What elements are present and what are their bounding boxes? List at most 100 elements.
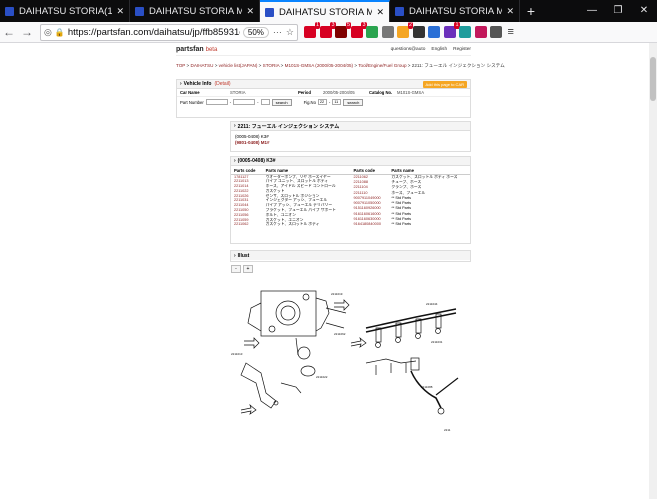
ext-pink-icon[interactable] — [474, 26, 487, 38]
part-number-input-2[interactable] — [233, 99, 256, 105]
group-line-2[interactable]: (9801-0408) M1# — [235, 140, 466, 146]
close-tab-icon[interactable]: ✕ — [506, 6, 514, 17]
browser-tab[interactable]: DAIHATSU STORIA(1998/(✕ — [0, 0, 130, 22]
svg-text:2211088: 2211088 — [421, 385, 433, 389]
tab-title: DAIHATSU STORIA(1998/( — [19, 5, 113, 17]
zoom-indicator[interactable]: 50% — [242, 26, 269, 38]
new-tab-icon[interactable]: + — [520, 0, 542, 22]
site-logo[interactable]: partsfan — [176, 46, 204, 53]
url-bar[interactable]: ◎ 🔒 https://partsfan.com/daihatsu/jp/ffb… — [40, 23, 298, 41]
tab-title: DAIHATSU STORIA M101S — [149, 5, 242, 17]
close-tab-icon[interactable]: ✕ — [376, 7, 384, 18]
scrollbar-thumb[interactable] — [650, 57, 656, 101]
parts-section-header: › (0005-0408) K3# — [231, 157, 470, 166]
part-code-link[interactable]: 2211062 — [231, 222, 263, 227]
part-name: ** Std Parts — [391, 222, 411, 227]
parts-diagram[interactable]: 2211019 2211062 2211013 2211044 2211031 … — [226, 283, 476, 443]
breadcrumb-group[interactable]: Tool/Engine/Fuel Group — [358, 63, 406, 68]
separator: - — [229, 99, 232, 105]
forward-icon[interactable]: → — [18, 25, 36, 39]
close-tab-icon[interactable]: ✕ — [246, 6, 254, 17]
vehicle-info-panel: › Vehicle Info (Detail) Add this page to… — [176, 79, 471, 118]
illust-zoom-controls: - + — [231, 265, 253, 273]
tab-title: DAIHATSU STORIA M101S — [279, 6, 372, 18]
breadcrumb-model[interactable]: STORIA — [263, 63, 280, 68]
page-content: partsfan beta questions@auto English Reg… — [0, 43, 657, 499]
close-tab-icon[interactable]: ✕ — [116, 6, 124, 17]
catalog-value: M101S-GMSA — [397, 90, 424, 95]
ext-orange-icon[interactable]: 2 — [397, 22, 413, 38]
table-row[interactable]: 2211062 ガスケット、スロットル ボディ — [231, 222, 351, 227]
svg-text:2211044: 2211044 — [426, 302, 438, 306]
part-number-input-1[interactable] — [205, 99, 228, 105]
ext-purple-icon[interactable]: 1 — [443, 22, 460, 38]
breadcrumb-frame[interactable]: M101S-GMSA (2000/05-2004/05) — [285, 63, 353, 68]
ext-blue-icon[interactable] — [428, 26, 440, 38]
minimize-icon[interactable]: — — [579, 0, 605, 22]
fig-search-button[interactable]: search — [343, 98, 364, 106]
part-number-label: Part Number — [180, 99, 204, 105]
tab-favicon-icon — [395, 6, 404, 16]
group-section: › 2211: フューエル インジェクション システム (0005-0408) … — [230, 121, 471, 152]
browser-tab[interactable]: DAIHATSU STORIA M101S ✕ — [390, 0, 520, 22]
language-link[interactable]: English — [431, 47, 447, 52]
site-header: partsfan beta questions@auto English Reg… — [176, 44, 471, 56]
expand-arrow-icon[interactable]: › — [234, 158, 236, 164]
part-number-input-3[interactable] — [260, 99, 270, 105]
svg-text:2211031: 2211031 — [431, 340, 443, 344]
bookmark-star-icon[interactable]: ☆ — [286, 27, 294, 38]
ext-gear-icon[interactable] — [490, 26, 502, 38]
ext-teal-icon[interactable] — [459, 26, 471, 38]
fig-no-input-1[interactable]: 22 — [317, 99, 327, 105]
ext-ublock-icon[interactable]: 5 — [335, 22, 351, 38]
page-actions-icon[interactable]: ··· — [273, 27, 282, 37]
illust-title: Illust — [237, 252, 250, 259]
tracking-shield-icon[interactable]: ◎ — [44, 27, 52, 38]
vehicle-info-title: Vehicle Info — [183, 81, 212, 87]
part-code-link[interactable]: 9164180840000 — [351, 222, 389, 227]
register-link[interactable]: Register — [453, 47, 471, 52]
breadcrumb-current: 2211: フューエル インジェクション システム — [411, 63, 505, 68]
add-to-car-button[interactable]: Add this page to CAR — [422, 80, 467, 88]
tab-favicon-icon — [135, 6, 144, 16]
breadcrumb-top[interactable]: TOP — [176, 63, 185, 68]
part-search-row: Part Number - - search Fig.No 22 - 11 se… — [177, 97, 470, 107]
parts-section: › (0005-0408) K3# Parts code Parts name … — [230, 156, 471, 244]
breadcrumb-region[interactable]: vehicle list(JAPAN) — [219, 63, 258, 68]
table-row[interactable]: 9164180840000 ** Std Parts — [351, 222, 471, 227]
svg-text:2211022: 2211022 — [316, 375, 328, 379]
expand-arrow-icon[interactable]: › — [234, 253, 236, 259]
navigation-bar: ← → ◎ 🔒 https://partsfan.com/daihatsu/jp… — [0, 22, 657, 43]
part-search-button[interactable]: search — [271, 98, 292, 106]
zoom-in-button[interactable]: + — [243, 265, 253, 273]
ext-grey-icon[interactable] — [381, 26, 394, 38]
tab-favicon-icon — [5, 6, 14, 16]
maximize-icon[interactable]: ❐ — [605, 0, 631, 22]
ext-dark-icon[interactable] — [412, 26, 425, 38]
svg-text:2211: 2211 — [444, 428, 451, 432]
hamburger-menu-icon[interactable]: ≡ — [508, 26, 514, 38]
browser-tab[interactable]: DAIHATSU STORIA M101S ✕ — [130, 0, 260, 22]
vertical-scrollbar[interactable] — [649, 43, 657, 499]
parts-table-left: Parts code Parts name 1781127 ウオーターポンプ、リヤ… — [231, 168, 351, 227]
tab-favicon-icon — [265, 7, 274, 17]
expand-arrow-icon[interactable]: › — [180, 81, 182, 87]
fig-no-input-2[interactable]: 11 — [332, 99, 342, 105]
ext-shield-icon[interactable]: 3 — [350, 22, 367, 38]
back-icon[interactable]: ← — [0, 25, 18, 39]
expand-arrow-icon[interactable]: › — [234, 123, 236, 129]
user-link[interactable]: questions@auto — [391, 47, 426, 52]
ext-red-icon[interactable]: 3 — [319, 22, 336, 38]
group-section-header: › 2211: フューエル インジェクション システム — [231, 122, 470, 131]
ext-red-icon[interactable]: 1 — [304, 22, 320, 38]
fig-no-label: Fig.No — [303, 99, 316, 105]
breadcrumb-make[interactable]: DAIHATSU — [191, 63, 214, 68]
close-window-icon[interactable]: ✕ — [631, 0, 657, 22]
vehicle-detail-link[interactable]: (Detail) — [214, 81, 230, 87]
browser-tab[interactable]: DAIHATSU STORIA M101S ✕ — [260, 0, 390, 22]
ext-green-icon[interactable] — [366, 26, 378, 38]
url-text[interactable]: https://partsfan.com/daihatsu/jp/ffb8593… — [68, 27, 240, 38]
lock-icon[interactable]: 🔒 — [55, 28, 65, 37]
beta-label: beta — [205, 46, 218, 53]
zoom-out-button[interactable]: - — [231, 265, 241, 273]
